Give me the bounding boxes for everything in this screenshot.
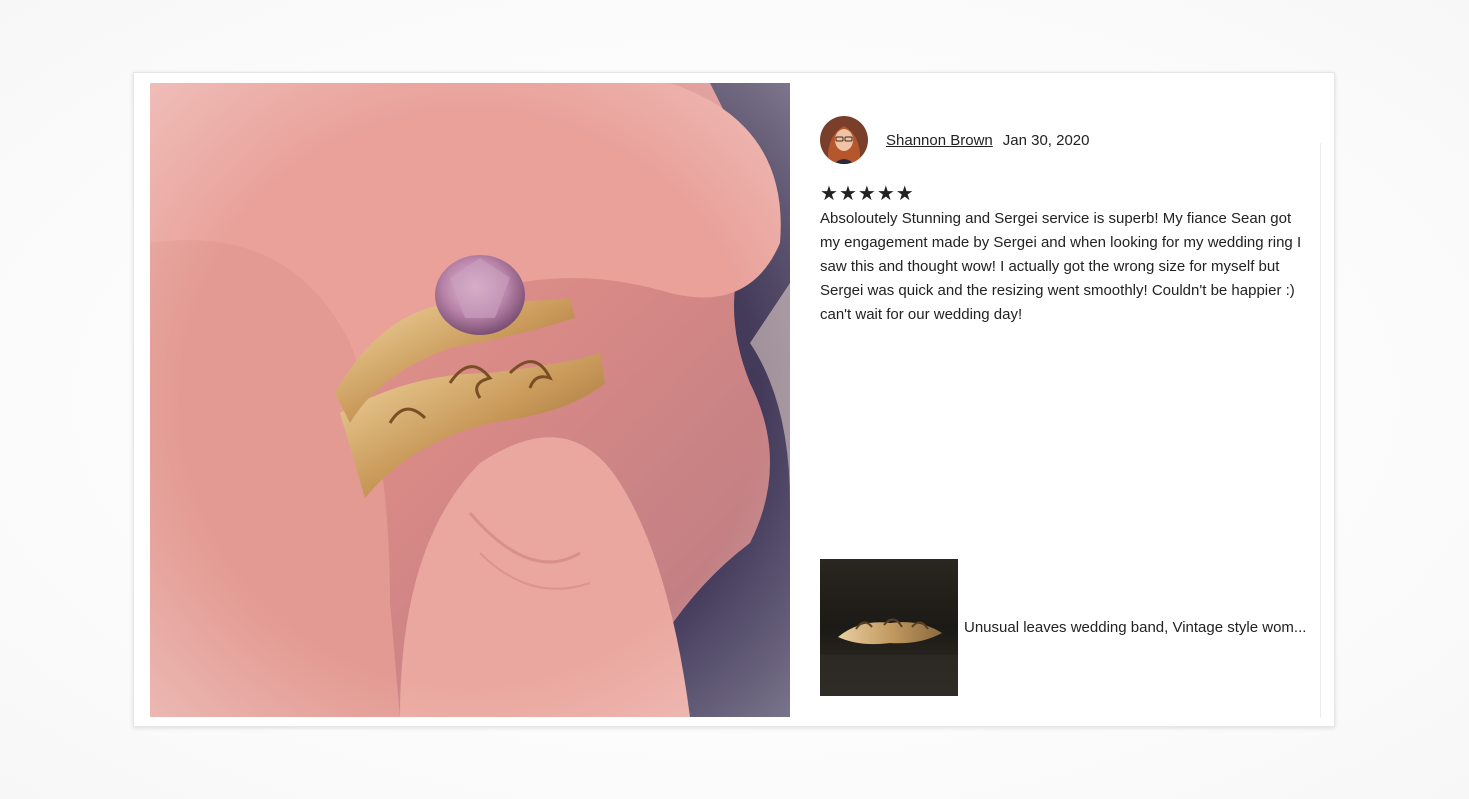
star-icon: ★ [895,181,914,205]
star-rating: ★ ★ ★ ★ ★ [820,181,1310,205]
star-icon: ★ [876,181,895,205]
star-icon: ★ [857,181,876,205]
reviewed-product-link[interactable]: Unusual leaves wedding band, Vintage sty… [820,559,1310,696]
product-thumbnail[interactable] [820,559,958,696]
star-icon: ★ [820,181,838,205]
column-divider [1320,143,1321,718]
reviewer-row: Shannon Brown Jan 30, 2020 [820,115,1310,165]
star-icon: ★ [838,181,857,205]
review-text: Absoloutely Stunning and Sergei service … [820,210,1302,323]
review-date: Jan 30, 2020 [1002,131,1090,149]
review-card: Shannon Brown Jan 30, 2020 ★ ★ ★ ★ ★ Abs… [133,72,1335,727]
review-content: Shannon Brown Jan 30, 2020 ★ ★ ★ ★ ★ Abs… [820,115,1310,327]
review-photo[interactable] [150,83,790,717]
reviewer-name-link[interactable]: Shannon Brown [886,132,993,149]
product-title[interactable]: Unusual leaves wedding band, Vintage sty… [964,619,1310,636]
reviewer-avatar[interactable] [820,116,868,164]
